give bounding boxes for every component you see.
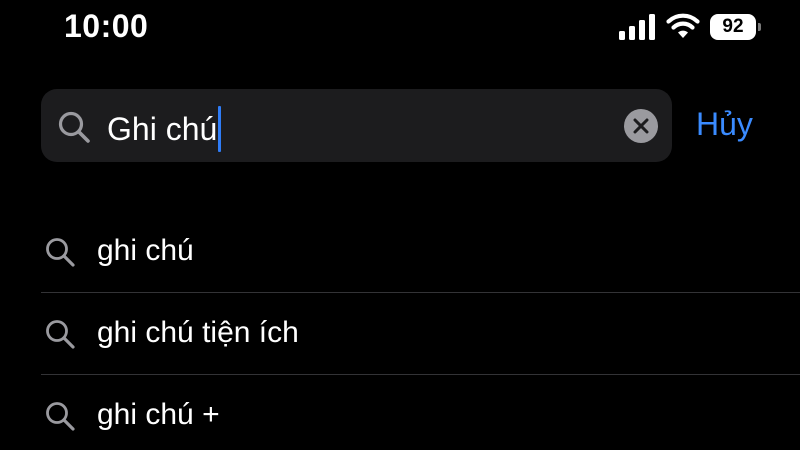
suggestion-label: ghi chú tiện ích bbox=[97, 316, 299, 349]
search-icon bbox=[46, 238, 75, 267]
signal-icon bbox=[619, 14, 655, 40]
wifi-icon bbox=[666, 13, 700, 38]
status-bar: 10:00 92 bbox=[0, 0, 800, 56]
battery-tip bbox=[758, 23, 761, 31]
suggestion-item[interactable]: ghi chú + bbox=[41, 376, 800, 450]
clear-icon bbox=[633, 118, 649, 134]
text-caret bbox=[218, 106, 222, 152]
cancel-button[interactable]: Hủy bbox=[696, 106, 753, 143]
search-icon bbox=[58, 111, 90, 143]
battery-body: 92 bbox=[710, 14, 756, 40]
search-screen: 10:00 92 Ghi chú Hủy ghi chú ghi chú tiệ… bbox=[0, 0, 800, 450]
search-icon bbox=[46, 320, 75, 349]
status-time: 10:00 bbox=[64, 8, 149, 44]
search-icon bbox=[46, 402, 75, 431]
search-input-value: Ghi chú bbox=[107, 110, 218, 147]
clear-search-button[interactable] bbox=[624, 109, 658, 143]
divider bbox=[41, 374, 800, 375]
search-field[interactable]: Ghi chú bbox=[41, 89, 672, 162]
suggestion-label: ghi chú bbox=[97, 234, 194, 267]
suggestion-item[interactable]: ghi chú tiện ích bbox=[41, 294, 800, 376]
battery-icon: 92 bbox=[710, 14, 762, 40]
search-input[interactable]: Ghi chú bbox=[107, 106, 222, 152]
divider bbox=[41, 292, 800, 293]
suggestion-label: ghi chú + bbox=[97, 398, 220, 431]
battery-level: 92 bbox=[722, 16, 744, 37]
suggestion-item[interactable]: ghi chú bbox=[41, 212, 800, 294]
